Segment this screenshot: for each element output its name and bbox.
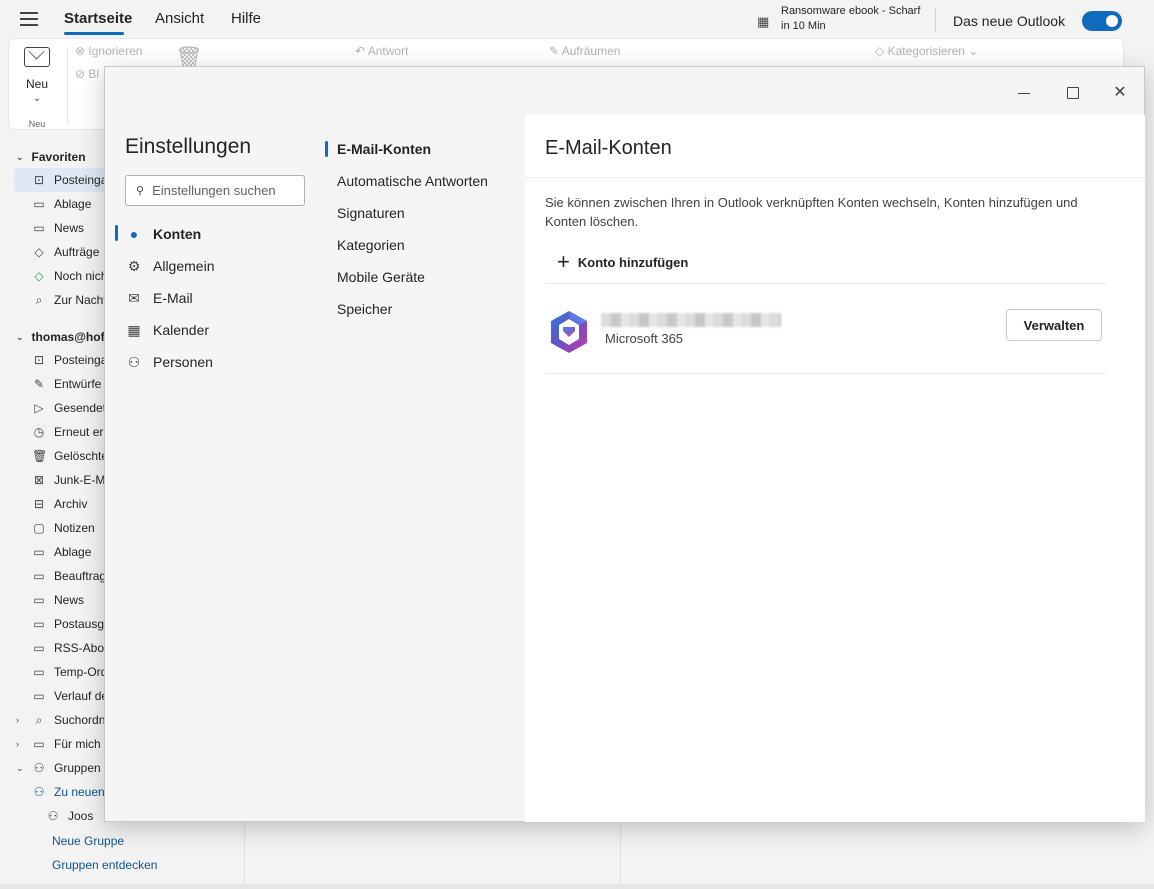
category-allgemein[interactable]: ⚙ Allgemein bbox=[125, 252, 215, 280]
groups-icon: ⚇ bbox=[33, 785, 45, 799]
divider bbox=[545, 373, 1107, 374]
calendar-reminder-icon[interactable]: ▦ bbox=[757, 14, 769, 30]
discover-groups-link[interactable]: Gruppen entdecken bbox=[52, 858, 157, 872]
search-folder-icon: ⌕ bbox=[35, 292, 43, 307]
block-button[interactable]: ⊘ Bl bbox=[75, 67, 99, 81]
send-icon: ▷ bbox=[34, 401, 44, 415]
active-category-indicator bbox=[115, 225, 118, 241]
tab-startseite[interactable]: Startseite bbox=[64, 10, 132, 27]
categorize-button[interactable]: ◇ Kategorisieren ⌄ bbox=[875, 44, 978, 58]
active-tab-indicator bbox=[64, 32, 124, 35]
active-subcategory-indicator bbox=[325, 141, 328, 157]
sweep-button[interactable]: ✎ Aufräumen bbox=[549, 44, 620, 58]
chevron-down-icon[interactable]: ⌄ bbox=[17, 93, 57, 104]
new-mail-button[interactable]: Neu ⌄ bbox=[17, 47, 57, 104]
subcategory-auto-replies[interactable]: Automatische Antworten bbox=[337, 173, 488, 189]
tab-ansicht[interactable]: Ansicht bbox=[155, 10, 204, 27]
subcategory-mobile-devices[interactable]: Mobile Geräte bbox=[337, 269, 425, 285]
folder-icon: ▭ bbox=[33, 197, 45, 211]
subcategory-categories[interactable]: Kategorien bbox=[337, 237, 405, 253]
divider bbox=[525, 177, 1145, 178]
menu-icon[interactable] bbox=[20, 12, 38, 26]
divider bbox=[67, 47, 68, 123]
folder-icon: ▭ bbox=[33, 737, 45, 751]
inbox-icon: ⊡ bbox=[33, 353, 45, 367]
envelope-icon bbox=[24, 47, 50, 67]
settings-title: Einstellungen bbox=[125, 135, 252, 158]
subcategory-storage[interactable]: Speicher bbox=[337, 301, 392, 317]
tag-icon: ◇ bbox=[34, 245, 44, 259]
chevron-down-icon: ⌄ bbox=[16, 331, 24, 342]
tab-hilfe[interactable]: Hilfe bbox=[231, 10, 261, 27]
manage-account-button[interactable]: Verwalten bbox=[1006, 309, 1102, 341]
account-type: Microsoft 365 bbox=[605, 331, 684, 346]
category-email[interactable]: ✉ E-Mail bbox=[125, 284, 193, 312]
chevron-down-icon[interactable]: ⌄ bbox=[16, 763, 24, 774]
chevron-right-icon[interactable]: › bbox=[16, 739, 19, 749]
plus-icon: + bbox=[557, 249, 570, 274]
groups-icon: ⚇ bbox=[47, 809, 59, 823]
new-group-link[interactable]: Neue Gruppe bbox=[52, 834, 124, 848]
settings-dialog: ✕ Einstellungen ⚲ ●Konten ⚙Allgemein ✉E-… bbox=[104, 66, 1145, 822]
calendar-icon: ▦ bbox=[127, 321, 141, 338]
divider bbox=[545, 283, 1107, 284]
junk-icon: ⊠ bbox=[33, 473, 45, 487]
ribbon-group-label: Neu bbox=[28, 119, 46, 129]
subcategory-signatures[interactable]: Signaturen bbox=[337, 205, 405, 221]
settings-search-input[interactable] bbox=[152, 183, 293, 198]
groups-icon: ⚇ bbox=[33, 761, 45, 775]
close-icon[interactable]: ✕ bbox=[1107, 83, 1133, 103]
favorites-header[interactable]: ⌄ Favoriten bbox=[16, 150, 86, 164]
mail-icon: ✉ bbox=[128, 289, 140, 306]
chevron-down-icon: ⌄ bbox=[16, 151, 24, 162]
settings-search[interactable]: ⚲ bbox=[125, 175, 305, 206]
archive-icon: ⊟ bbox=[33, 497, 45, 511]
trash-icon: 🗑 bbox=[32, 449, 48, 463]
outbox-icon: ▭ bbox=[33, 617, 45, 631]
microsoft-365-logo-icon bbox=[551, 311, 587, 353]
meeting-reminder[interactable]: Ransomware ebook - Scharf in 10 Min bbox=[781, 4, 920, 34]
reply-button[interactable]: ↶ Antwort bbox=[355, 44, 408, 58]
chevron-right-icon[interactable]: › bbox=[16, 715, 19, 725]
redacted-account-address bbox=[601, 313, 781, 327]
minimize-icon[interactable] bbox=[1011, 83, 1037, 103]
folder-icon: ▭ bbox=[33, 641, 45, 655]
account-header[interactable]: ⌄ thomas@hof- bbox=[16, 330, 109, 344]
person-icon: ● bbox=[129, 226, 139, 242]
content-heading: E-Mail-Konten bbox=[545, 137, 672, 159]
category-personen[interactable]: ⚇ Personen bbox=[125, 348, 213, 376]
content-description: Sie können zwischen Ihren in Outlook ver… bbox=[545, 195, 1078, 229]
divider bbox=[935, 8, 936, 32]
pencil-icon: ✎ bbox=[33, 377, 45, 391]
search-folder-icon: ⌕ bbox=[35, 712, 43, 727]
people-icon: ⚇ bbox=[127, 353, 141, 370]
maximize-icon[interactable] bbox=[1059, 83, 1085, 103]
folder-icon: ▭ bbox=[33, 545, 45, 559]
inbox-icon: ⊡ bbox=[33, 173, 45, 187]
ignore-button[interactable]: ⊗ Ignorieren bbox=[75, 44, 142, 58]
gear-icon: ⚙ bbox=[127, 257, 141, 274]
tag-icon: ◇ bbox=[34, 269, 44, 283]
status-bar bbox=[0, 884, 1154, 889]
category-konten[interactable]: ● Konten bbox=[125, 220, 201, 248]
new-outlook-label: Das neue Outlook bbox=[953, 13, 1066, 29]
subcategory-email-konten[interactable]: E-Mail-Konten bbox=[337, 141, 431, 157]
category-kalender[interactable]: ▦ Kalender bbox=[125, 316, 209, 344]
folder-icon: ▭ bbox=[33, 689, 45, 703]
folder-icon: ▭ bbox=[33, 221, 45, 235]
settings-content: E-Mail-Konten Sie können zwischen Ihren … bbox=[525, 115, 1145, 822]
clock-icon: ◷ bbox=[33, 425, 45, 439]
folder-icon: ▭ bbox=[33, 593, 45, 607]
reminder-title: Ransomware ebook - Scharf bbox=[781, 5, 921, 17]
new-outlook-toggle[interactable] bbox=[1082, 11, 1122, 31]
top-bar: Startseite Ansicht Hilfe ▦ Ransomware eb… bbox=[0, 0, 1154, 38]
search-icon: ⚲ bbox=[136, 185, 145, 197]
reminder-time: in 10 Min bbox=[781, 20, 826, 32]
folder-icon: ▭ bbox=[33, 665, 45, 679]
new-mail-label: Neu bbox=[25, 77, 48, 91]
add-account-button[interactable]: + Konto hinzufügen bbox=[557, 249, 688, 274]
note-icon: ▢ bbox=[33, 521, 45, 535]
folder-icon: ▭ bbox=[33, 569, 45, 583]
